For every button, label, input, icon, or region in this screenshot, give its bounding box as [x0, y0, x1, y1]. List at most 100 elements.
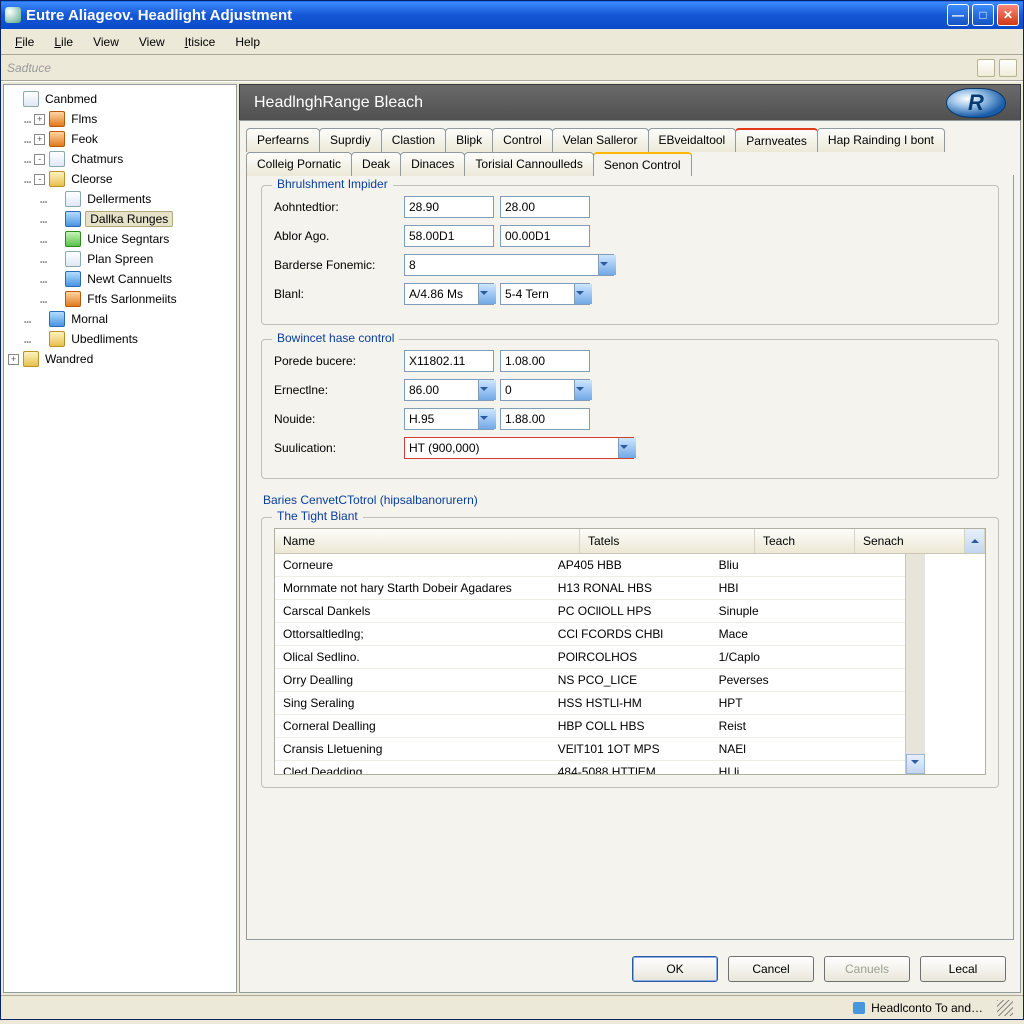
expand-icon[interactable]: +	[34, 114, 45, 125]
close-button[interactable]: ✕	[997, 4, 1019, 26]
ok-button[interactable]: OK	[632, 956, 718, 982]
blanl-combo-1[interactable]: A/4.86 Ms	[404, 283, 494, 305]
tree-view[interactable]: Canbmed…+Flms…+Feok…-Chatmurs…-Cleorse…D…	[4, 85, 236, 992]
porede-input-2[interactable]: 1.08.00	[500, 350, 590, 372]
tab-clastion[interactable]: Clastion	[381, 128, 446, 152]
table-row[interactable]: Olical Sedlino.POlRCOLHOS1/Caplo	[275, 646, 905, 669]
tree-item[interactable]: …Mornal	[6, 309, 234, 329]
tab-torisial-cannoulleds[interactable]: Torisial Cannoulleds	[464, 152, 593, 176]
tree-item[interactable]: …Plan Spreen	[6, 249, 234, 269]
cancels-button[interactable]: Canuels	[824, 956, 910, 982]
col-senach[interactable]: Senach	[855, 529, 965, 553]
porede-input-1[interactable]: X11802.11	[404, 350, 494, 372]
tab-hap-rainding-i-bont[interactable]: Hap Rainding I bont	[817, 128, 945, 152]
expand-icon[interactable]: -	[34, 154, 45, 165]
nouide-input-2[interactable]: 1.88.00	[500, 408, 590, 430]
menu-itisice[interactable]: Itisice	[175, 32, 226, 52]
nouide-combo-1[interactable]: H.95	[404, 408, 494, 430]
tab-suprdiy[interactable]: Suprdiy	[319, 128, 382, 152]
table-scrollbar[interactable]	[905, 554, 925, 774]
table-row[interactable]: Cransis LletueningVElT101 1OT MPSNAEl	[275, 738, 905, 761]
table-row[interactable]: Corneral DeallingHBP COLL HBSReist	[275, 715, 905, 738]
tree-item-label: Cleorse	[69, 172, 114, 186]
table-row[interactable]: CorneureAP405 HBBBliu	[275, 554, 905, 577]
table-row[interactable]: Cled Deadding484-5088 HTTlEMHI li	[275, 761, 905, 774]
cell-tatels: 484-5088 HTTlEM	[550, 761, 711, 774]
tree-item[interactable]: …-Chatmurs	[6, 149, 234, 169]
table-row[interactable]: Carscal DankelsPC OCllOLL HPSSinuple	[275, 600, 905, 623]
tree-item[interactable]: Canbmed	[6, 89, 234, 109]
brand-logo-icon: R	[946, 88, 1006, 118]
tree-item[interactable]: …Unice Segntars	[6, 229, 234, 249]
tree-item[interactable]: +Wandred	[6, 349, 234, 369]
expand-icon[interactable]: -	[34, 174, 45, 185]
table-row[interactable]: Sing SeralingHSS HSTLl-HMHPT	[275, 692, 905, 715]
tab-colleig-pornatic[interactable]: Colleig Pornatic	[246, 152, 352, 176]
expand-icon[interactable]: +	[8, 354, 19, 365]
tree-item-label: Mornal	[69, 312, 110, 326]
table-row[interactable]: Mornmate not hary Starth Dobeir Agadares…	[275, 577, 905, 600]
tab-control[interactable]: Control	[492, 128, 553, 152]
sidebar: Canbmed…+Flms…+Feok…-Chatmurs…-Cleorse…D…	[3, 84, 237, 993]
tree-item[interactable]: …+Feok	[6, 129, 234, 149]
tab-ebveidaltool[interactable]: EBveidaltool	[648, 128, 737, 152]
tree-item-label: Ftfs Sarlonmeiits	[85, 292, 178, 306]
aohntedtior-input-2[interactable]: 28.00	[500, 196, 590, 218]
cancel-button[interactable]: Cancel	[728, 956, 814, 982]
minimize-button[interactable]: —	[947, 4, 969, 26]
chevron-down-icon	[911, 760, 919, 768]
statusbar: Headlconto To and…	[1, 995, 1023, 1019]
tree-item[interactable]: …Ubedliments	[6, 329, 234, 349]
cell-name: Cled Deadding	[275, 761, 550, 774]
expand-icon[interactable]: +	[34, 134, 45, 145]
tree-item-label: Dallka Runges	[85, 211, 173, 227]
barderse-combo[interactable]: 8	[404, 254, 614, 276]
tab-velan-salleror[interactable]: Velan Salleror	[552, 128, 649, 152]
tab-deak[interactable]: Deak	[351, 152, 401, 176]
menu-lile[interactable]: Lile	[44, 32, 83, 52]
tree-item[interactable]: …Newt Cannuelts	[6, 269, 234, 289]
scroll-down-button[interactable]	[906, 754, 925, 774]
table-row[interactable]: Ottorsaltledlng;CCl FCORDS CHBlMace	[275, 623, 905, 646]
resize-grip-icon[interactable]	[997, 1000, 1013, 1016]
tree-item[interactable]: …Dallka Runges	[6, 209, 234, 229]
table-row[interactable]: Orry DeallingNS PCO_LICEPeverses	[275, 669, 905, 692]
tree-item[interactable]: …Dellerments	[6, 189, 234, 209]
cell-teach: Reist	[711, 715, 804, 737]
maximize-button[interactable]: □	[972, 4, 994, 26]
blanl-combo-2[interactable]: 5-4 Tern	[500, 283, 590, 305]
field-label: Porede bucere:	[274, 354, 404, 368]
folder-icon	[49, 171, 65, 187]
tab-parnveates[interactable]: Parnveates	[735, 128, 818, 152]
ernectlne-combo-2[interactable]: 0	[500, 379, 590, 401]
tab-blipk[interactable]: Blipk	[445, 128, 493, 152]
toolbar: Sadtuce	[1, 55, 1023, 81]
menu-help[interactable]: Help	[225, 32, 270, 52]
local-button[interactable]: Lecal	[920, 956, 1006, 982]
group-legend: The Tight Biant	[272, 509, 363, 523]
tab-dinaces[interactable]: Dinaces	[400, 152, 465, 176]
tab-perfearns[interactable]: Perfearns	[246, 128, 320, 152]
menu-view-2[interactable]: View	[129, 32, 175, 52]
col-tatels[interactable]: Tatels	[580, 529, 755, 553]
chevron-down-icon	[480, 387, 488, 395]
tree-item[interactable]: …Ftfs Sarlonmeiits	[6, 289, 234, 309]
menu-view-1[interactable]: View	[83, 32, 129, 52]
tree-item[interactable]: …+Flms	[6, 109, 234, 129]
tree-item[interactable]: …-Cleorse	[6, 169, 234, 189]
aohntedtior-input-1[interactable]: 28.90	[404, 196, 494, 218]
scroll-up-button[interactable]	[965, 529, 985, 553]
section-link[interactable]: Baries CenvetCTotrol (hipsalbanorurern)	[263, 493, 999, 507]
menu-file[interactable]: File	[5, 32, 44, 52]
suulication-combo[interactable]: HT (900,000)	[404, 437, 634, 459]
tab-senon-control[interactable]: Senon Control	[593, 152, 692, 176]
toolbar-button-1[interactable]	[977, 59, 995, 77]
ernectlne-combo-1[interactable]: 86.00	[404, 379, 494, 401]
col-name[interactable]: Name	[275, 529, 580, 553]
col-teach[interactable]: Teach	[755, 529, 855, 553]
ablor-input-2[interactable]: 00.00D1	[500, 225, 590, 247]
cell-senach	[803, 692, 905, 714]
tab-strip-row-1: PerfearnsSuprdiyClastionBlipkControlVela…	[240, 121, 1020, 151]
ablor-input-1[interactable]: 58.00D1	[404, 225, 494, 247]
toolbar-button-2[interactable]	[999, 59, 1017, 77]
